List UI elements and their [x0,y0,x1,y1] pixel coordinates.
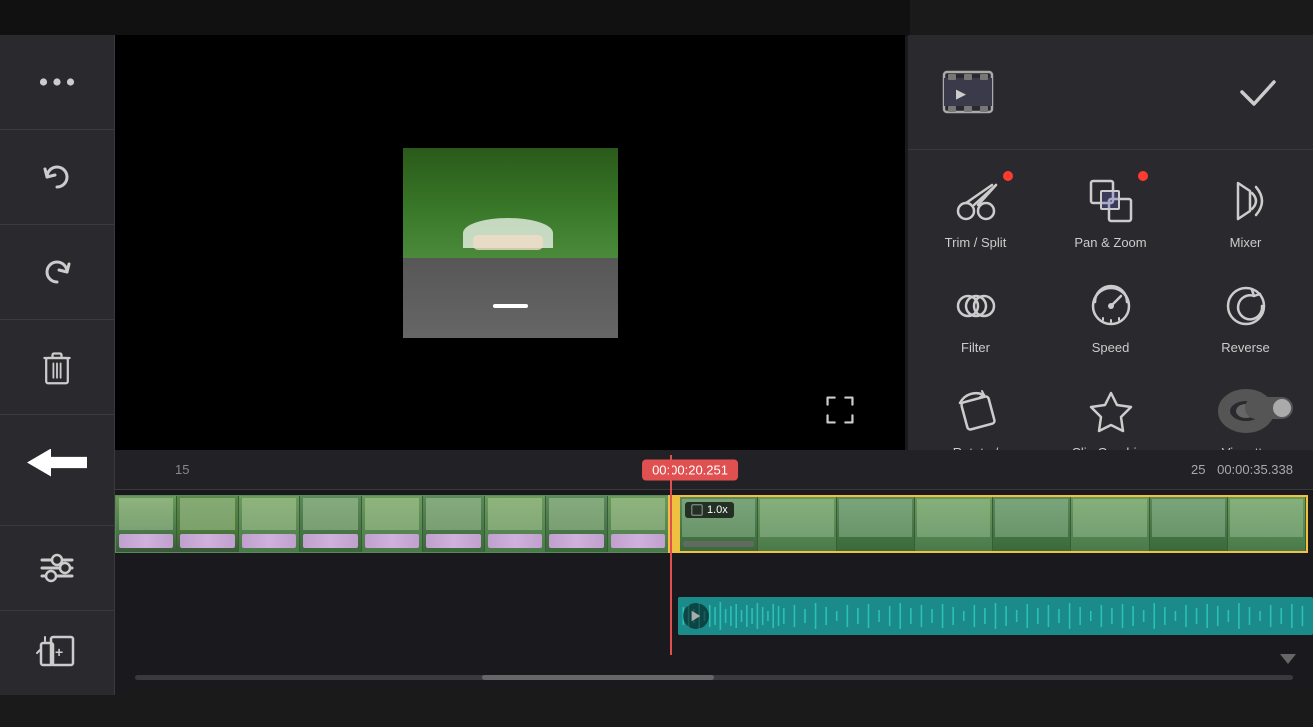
reverse-tool[interactable]: Reverse [1191,280,1301,355]
toggle-switch[interactable] [1245,397,1293,424]
clip-frame-7 [485,496,546,552]
clips-track-container: 1.0x [115,495,1313,570]
speed-tool[interactable]: Speed [1056,280,1166,355]
speed-label: Speed [1092,340,1130,355]
road-line [493,304,528,308]
back-button[interactable] [0,415,115,510]
rotate-icon [950,385,1002,437]
clip-frame-r8 [1228,497,1306,551]
timecode-15: 15 [175,462,189,477]
add-clip-button[interactable]: + [0,610,115,695]
clip-graphics-tool[interactable]: Clip Graphics [1056,385,1166,460]
preview-bottom-black [403,338,618,438]
confirm-button[interactable] [1233,67,1283,117]
current-time-badge: 00:00:20.251 [642,459,738,480]
clip-frame-6 [423,496,484,552]
svg-text:▶: ▶ [956,86,966,101]
top-bar [0,0,910,36]
arrow-left-icon [27,449,87,477]
timeline-scrollbar-track[interactable] [135,675,1293,680]
collapse-triangle-icon [1280,654,1296,664]
panel-film-icon: ▶ [938,62,998,122]
speed-icon [1085,280,1137,332]
undo-button[interactable] [0,130,115,225]
filter-tool[interactable]: Filter [921,280,1031,355]
trim-split-label: Trim / Split [945,235,1007,250]
panel: ▶ [908,35,1313,485]
speed-badge-display: 1.0x [685,502,734,518]
panel-header: ▶ [908,35,1313,150]
clip-frame-r2 [758,497,836,551]
clip-frame-9 [608,496,669,552]
audio-icon [683,603,709,629]
tool-row-1: Trim / Split Pan & Zoom [908,160,1313,265]
end-timecode: 00:00:35.338 [1217,462,1293,477]
svg-text:+: + [55,644,63,660]
more-button[interactable] [0,35,115,130]
pan-zoom-label: Pan & Zoom [1074,235,1146,250]
clip-frame-r6 [1071,497,1149,551]
preview-top-black [403,48,618,148]
timeline-scrollbar-thumb[interactable] [482,675,714,680]
marker-25: 25 [1191,462,1205,477]
panel-tools: Trim / Split Pan & Zoom [908,150,1313,485]
delete-button[interactable] [0,320,115,415]
clip-frame-4 [300,496,361,552]
clip-graphics-icon [1085,385,1137,437]
end-time: 25 00:00:35.338 [1191,462,1293,477]
speed-badge-icon [691,504,703,516]
audio-waveform-container [678,597,1313,635]
preview-area [115,35,905,450]
reverse-icon [1220,280,1272,332]
clip-segment-right[interactable]: 1.0x [678,495,1308,553]
tool-row-2: Filter Speed [908,265,1313,370]
person-body [473,235,543,250]
audio-track [115,597,1313,635]
mixer-tool[interactable]: Mixer [1191,175,1301,250]
adjust-tracks-button[interactable] [0,525,115,610]
clip-segment-left[interactable] [115,495,670,553]
scissors-icon [950,175,1002,227]
clip-frame-5 [362,496,423,552]
clip-frame-r5 [993,497,1071,551]
speed-badge-value: 1.0x [707,504,728,516]
sidebar-bottom: + [0,525,115,695]
preview-video-frame [403,148,618,338]
reverse-label: Reverse [1221,340,1269,355]
mixer-label: Mixer [1230,235,1262,250]
trim-split-tool[interactable]: Trim / Split [921,175,1031,250]
audio-waveform-svg [678,597,1313,635]
pan-zoom-icon [1085,175,1137,227]
timeline: 15 00:00:20.251 25 00:00:35.338 [115,450,1313,690]
audio-play-icon [689,609,703,623]
filter-icon [950,280,1002,332]
road [403,248,618,338]
filter-label: Filter [961,340,990,355]
timecode-bar: 15 00:00:20.251 25 00:00:35.338 [115,450,1313,490]
trim-split-dot [1003,171,1013,181]
fullscreen-button[interactable] [820,390,860,430]
pan-zoom-dot [1138,171,1148,181]
preview-video [403,48,618,438]
sidebar: + [0,35,115,695]
clip-frame-3 [239,496,300,552]
redo-button[interactable] [0,225,115,320]
pan-zoom-tool[interactable]: Pan & Zoom [1056,175,1166,250]
timeline-collapse-button[interactable] [1278,653,1298,665]
rotate-tool[interactable]: Rotate / [921,385,1031,460]
clip-frame-r7 [1150,497,1228,551]
clip-frame-2 [177,496,238,552]
mixer-icon [1220,175,1272,227]
clip-frame-r4 [915,497,993,551]
playhead-line [670,455,672,655]
clip-frame-1 [116,496,177,552]
clip-frame-8 [546,496,607,552]
clip-frame-r3 [837,497,915,551]
